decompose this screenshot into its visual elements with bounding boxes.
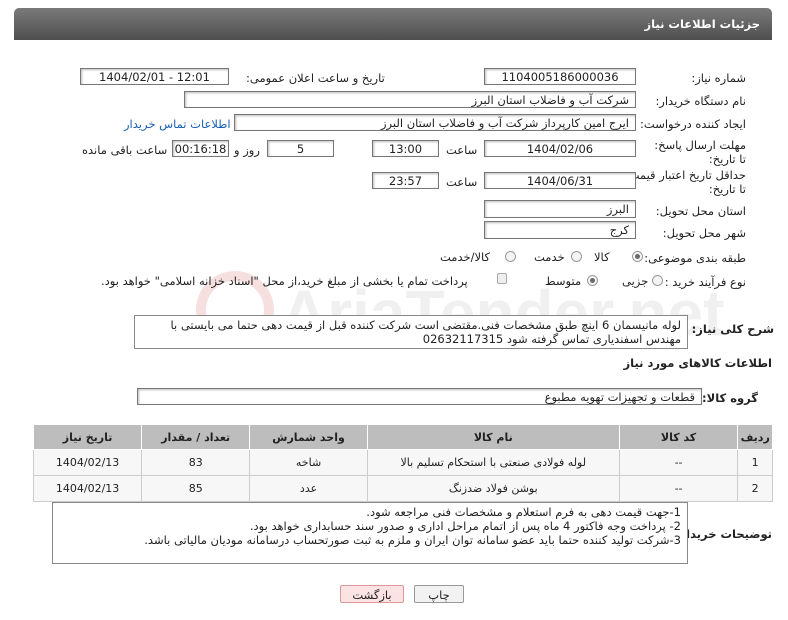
cell-qty: 83 (141, 449, 251, 476)
col-unit: واحد شمارش (249, 424, 368, 450)
col-code: کد کالا (618, 424, 739, 450)
process-label: نوع فرآیند خرید : (664, 275, 746, 289)
category-option-service: خدمت (534, 250, 565, 264)
category-option-goods-service: کالا/خدمت (440, 250, 491, 264)
announce-label: تاریخ و ساعت اعلان عمومی: (246, 71, 385, 85)
days-label: روز و (234, 143, 260, 157)
deadline-time-field: 13:00 (372, 140, 439, 157)
cell-row: 1 (737, 449, 773, 476)
buyer-note-line: 2- پرداخت وجه فاکتور 4 ماه پس از اتمام م… (249, 519, 681, 533)
deadline-time-label: ساعت (446, 143, 478, 157)
remaining-label: ساعت باقی مانده (82, 143, 168, 157)
panel-header: جزئیات اطلاعات نیاز (14, 8, 772, 40)
remaining-field: 00:16:18 (172, 140, 229, 157)
city-label: شهر محل تحویل: (662, 226, 746, 240)
process-option-medium: متوسط (545, 274, 582, 288)
panel-title: جزئیات اطلاعات نیاز (644, 17, 760, 31)
back-button[interactable]: بازگشت (340, 585, 404, 603)
need-number-label: شماره نیاز: (691, 71, 746, 85)
need-number-field: 1104005186000036 (484, 68, 636, 85)
process-radio-medium[interactable] (587, 275, 598, 286)
province-label: استان محل تحویل: (655, 204, 746, 218)
col-qty: تعداد / مقدار (141, 424, 251, 450)
print-button[interactable]: چاپ (414, 585, 464, 603)
description-textarea[interactable]: لوله مانیسمان 6 اینچ طبق مشخصات فنی.مقتض… (134, 315, 688, 349)
category-label: طبقه بندی موضوعی: (644, 251, 746, 265)
category-option-goods: کالا (594, 250, 610, 264)
days-field: 5 (267, 140, 334, 157)
buyer-contact-link[interactable]: اطلاعات تماس خریدار (124, 117, 231, 131)
description-label: شرح کلی نیاز: (691, 322, 774, 336)
deadline-label: مهلت ارسال پاسخ: تا تاریخ: (654, 138, 746, 166)
cell-date: 1404/02/13 (32, 475, 143, 502)
goods-table: ردیف کد کالا نام کالا واحد شمارش تعداد /… (32, 424, 773, 502)
city-field: کرج (484, 221, 636, 239)
cell-name: لوله فولادی صنعتی با استحکام تسلیم بالا (366, 449, 620, 476)
goods-section-title: اطلاعات کالاهای مورد نیاز (623, 356, 772, 370)
cell-row: 2 (737, 475, 773, 502)
announce-field: 1404/02/01 - 12:01 (80, 68, 229, 85)
buyer-org-field: شرکت آب و فاضلاب استان البرز (184, 91, 636, 108)
goods-group-label: گروه کالا: (702, 391, 758, 405)
col-name: نام کالا (366, 424, 620, 450)
deadline-date-field: 1404/02/06 (484, 140, 636, 157)
buyer-notes-label: توضیحات خریدار: (674, 527, 772, 541)
table-header-row: ردیف کد کالا نام کالا واحد شمارش تعداد /… (32, 424, 773, 450)
category-radio-goods-service[interactable] (505, 251, 516, 262)
cell-unit: شاخه (249, 449, 368, 476)
col-date: تاریخ نیاز (32, 424, 143, 450)
cell-code: -- (618, 449, 739, 476)
payment-note: پرداخت تمام یا بخشی از مبلغ خرید،از محل … (101, 274, 468, 288)
requester-label: ایجاد کننده درخواست: (640, 117, 746, 131)
col-row: ردیف (737, 424, 773, 450)
buyer-notes-textarea[interactable]: 1-جهت قیمت دهی به فرم استعلام و مشخصات ف… (52, 502, 688, 564)
validity-time-label: ساعت (446, 175, 478, 189)
validity-date-field: 1404/06/31 (484, 172, 636, 189)
process-option-minor: جزیی (622, 274, 649, 288)
cell-name: بوشن فولاد ضدزنگ (366, 475, 620, 502)
goods-group-field: قطعات و تجهیزات تهویه مطبوع (137, 388, 702, 405)
cell-unit: عدد (249, 475, 368, 502)
cell-code: -- (618, 475, 739, 502)
province-field: البرز (484, 200, 636, 218)
requester-field: ایرج امین کارپرداز شرکت آب و فاضلاب استا… (234, 114, 636, 131)
buyer-org-label: نام دستگاه خریدار: (655, 94, 746, 108)
cell-qty: 85 (141, 475, 251, 502)
process-radio-minor[interactable] (652, 275, 663, 286)
payment-treasury-checkbox[interactable] (497, 273, 507, 284)
buyer-note-line: 3-شرکت تولید کننده حتما باید عضو سامانه … (144, 533, 681, 547)
table-row[interactable]: 2 -- بوشن فولاد ضدزنگ عدد 85 1404/02/13 (32, 475, 773, 502)
category-radio-goods[interactable] (632, 251, 643, 262)
cell-date: 1404/02/13 (32, 449, 143, 476)
validity-time-field: 23:57 (372, 172, 439, 189)
table-row[interactable]: 1 -- لوله فولادی صنعتی با استحکام تسلیم … (32, 449, 773, 476)
buyer-note-line: 1-جهت قیمت دهی به فرم استعلام و مشخصات ف… (366, 505, 681, 519)
category-radio-service[interactable] (571, 251, 582, 262)
